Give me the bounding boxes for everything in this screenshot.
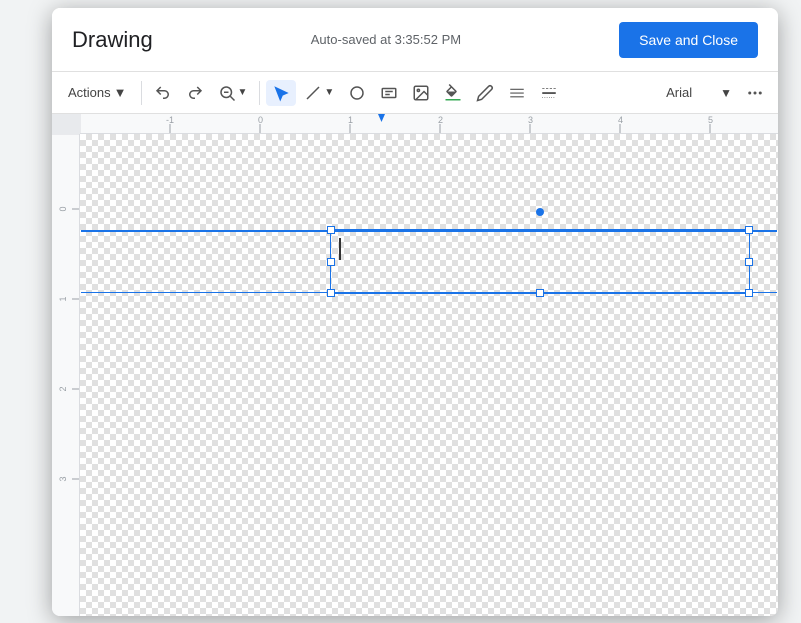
handle-top-right[interactable]	[745, 226, 753, 234]
actions-chevron-icon: ▼	[114, 85, 127, 100]
zoom-chevron: ▼	[238, 87, 248, 98]
svg-text:3: 3	[528, 115, 533, 125]
font-dropdown-button[interactable]: ▼	[714, 82, 738, 104]
redo-icon	[186, 84, 204, 102]
handle-mid-right[interactable]	[745, 258, 753, 266]
border-color-icon	[508, 84, 526, 102]
line-tool-button[interactable]: ▼	[298, 80, 340, 106]
svg-text:2: 2	[438, 115, 443, 125]
select-cursor-icon	[272, 84, 290, 102]
autosave-status: Auto-saved at 3:35:52 PM	[311, 32, 461, 47]
ruler-v-svg: 0 1 2 3	[52, 134, 80, 616]
bottom-line	[81, 292, 777, 294]
more-options-button[interactable]	[740, 80, 770, 106]
font-name-label: Arial	[662, 83, 712, 102]
border-style-button[interactable]	[534, 80, 564, 106]
handle-rotate[interactable]	[536, 208, 544, 216]
svg-text:1: 1	[348, 115, 353, 125]
canvas-area: -1 0 1 2 3 4 5 0	[52, 114, 778, 616]
svg-text:5: 5	[708, 115, 713, 125]
undo-icon	[154, 84, 172, 102]
shape-icon	[348, 84, 366, 102]
font-selector: Arial ▼	[662, 80, 770, 106]
divider-1	[141, 81, 142, 105]
dialog-title: Drawing	[72, 27, 153, 53]
textbox-button[interactable]	[374, 80, 404, 106]
svg-text:2: 2	[58, 386, 68, 391]
image-button[interactable]	[406, 80, 436, 106]
top-line	[81, 230, 777, 232]
handle-top-left[interactable]	[327, 226, 335, 234]
ruler-h-svg: -1 0 1 2 3 4 5	[80, 114, 778, 134]
toolbar: Actions ▼ ▼	[52, 72, 778, 114]
svg-text:-1: -1	[166, 115, 174, 125]
more-dots-icon	[746, 84, 764, 102]
zoom-icon	[218, 84, 236, 102]
svg-text:3: 3	[58, 476, 68, 481]
ruler-horizontal: -1 0 1 2 3 4 5	[80, 114, 778, 134]
redo-button[interactable]	[180, 80, 210, 106]
handle-mid-left[interactable]	[327, 258, 335, 266]
text-cursor	[339, 238, 341, 260]
line-icon	[304, 84, 322, 102]
save-close-button[interactable]: Save and Close	[619, 22, 758, 58]
shape-button[interactable]	[342, 80, 372, 106]
actions-button[interactable]: Actions ▼	[60, 81, 135, 104]
svg-text:0: 0	[58, 206, 68, 211]
border-style-icon	[540, 84, 558, 102]
divider-2	[259, 81, 260, 105]
ruler-vertical: 0 1 2 3	[52, 134, 80, 616]
fill-icon	[444, 84, 462, 102]
drawing-dialog: Drawing Auto-saved at 3:35:52 PM Save an…	[52, 8, 778, 616]
dialog-header: Drawing Auto-saved at 3:35:52 PM Save an…	[52, 8, 778, 72]
handle-bottom-mid[interactable]	[536, 289, 544, 297]
font-chevron-icon: ▼	[720, 86, 732, 100]
textbox-icon	[380, 84, 398, 102]
border-color-button[interactable]	[502, 80, 532, 106]
pen-icon	[476, 84, 494, 102]
svg-text:1: 1	[58, 296, 68, 301]
fill-color-button[interactable]	[438, 80, 468, 106]
select-button[interactable]	[266, 80, 296, 106]
text-box-element[interactable]	[330, 229, 750, 294]
svg-text:4: 4	[618, 115, 623, 125]
line-chevron: ▼	[324, 87, 334, 98]
pen-button[interactable]	[470, 80, 500, 106]
handle-bottom-left[interactable]	[327, 289, 335, 297]
drawing-surface[interactable]	[80, 134, 778, 616]
svg-text:0: 0	[258, 115, 263, 125]
image-icon	[412, 84, 430, 102]
zoom-button[interactable]: ▼	[212, 80, 254, 106]
handle-bottom-right[interactable]	[745, 289, 753, 297]
undo-button[interactable]	[148, 80, 178, 106]
actions-label: Actions	[68, 85, 111, 100]
